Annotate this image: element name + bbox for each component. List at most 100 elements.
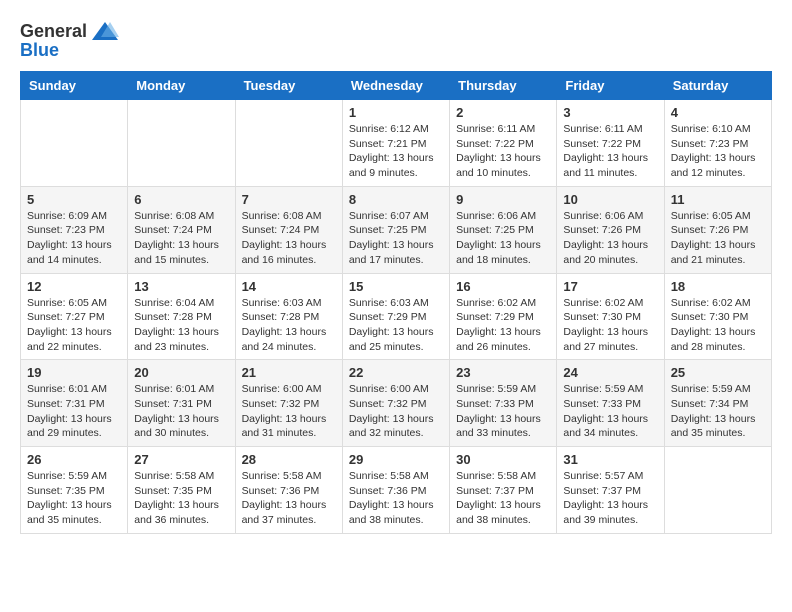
- day-number: 1: [349, 105, 443, 120]
- logo-general: General: [20, 21, 87, 42]
- day-info: Sunrise: 5:59 AMSunset: 7:34 PMDaylight:…: [671, 382, 765, 441]
- day-info: Sunrise: 5:58 AMSunset: 7:36 PMDaylight:…: [242, 469, 336, 528]
- day-number: 25: [671, 365, 765, 380]
- day-info: Sunrise: 6:04 AMSunset: 7:28 PMDaylight:…: [134, 296, 228, 355]
- calendar-cell: 12Sunrise: 6:05 AMSunset: 7:27 PMDayligh…: [21, 273, 128, 360]
- calendar-cell: 6 Sunrise: 6:08 AMSunset: 7:24 PMDaylight…: [128, 186, 235, 273]
- day-number: 2: [456, 105, 550, 120]
- day-number: 14: [242, 279, 336, 294]
- weekday-header-sunday: Sunday: [21, 72, 128, 100]
- calendar-cell: 23 Sunrise: 5:59 AMSunset: 7:33 PMDayligh…: [450, 360, 557, 447]
- day-info: Sunrise: 5:58 AMSunset: 7:37 PMDaylight:…: [456, 469, 550, 528]
- day-number: 21: [242, 365, 336, 380]
- day-number: 17: [563, 279, 657, 294]
- calendar-cell: 31 Sunrise: 5:57 AMSunset: 7:37 PMDayligh…: [557, 447, 664, 534]
- day-info: Sunrise: 5:57 AMSunset: 7:37 PMDaylight:…: [563, 469, 657, 528]
- day-info: Sunrise: 6:00 AMSunset: 7:32 PMDaylight:…: [242, 382, 336, 441]
- day-info: Sunrise: 5:59 AMSunset: 7:33 PMDaylight:…: [563, 382, 657, 441]
- calendar-cell: [235, 100, 342, 187]
- day-number: 28: [242, 452, 336, 467]
- weekday-header-tuesday: Tuesday: [235, 72, 342, 100]
- calendar-cell: 11 Sunrise: 6:05 AMSunset: 7:26 PMDayligh…: [664, 186, 771, 273]
- day-number: 8: [349, 192, 443, 207]
- calendar-week-row: 1Sunrise: 6:12 AMSunset: 7:21 PMDaylight…: [21, 100, 772, 187]
- weekday-header-saturday: Saturday: [664, 72, 771, 100]
- logo-blue: Blue: [20, 40, 59, 61]
- day-number: 15: [349, 279, 443, 294]
- calendar-cell: [664, 447, 771, 534]
- day-info: Sunrise: 6:01 AMSunset: 7:31 PMDaylight:…: [134, 382, 228, 441]
- day-number: 23: [456, 365, 550, 380]
- day-number: 29: [349, 452, 443, 467]
- day-info: Sunrise: 5:59 AMSunset: 7:33 PMDaylight:…: [456, 382, 550, 441]
- day-info: Sunrise: 6:06 AMSunset: 7:25 PMDaylight:…: [456, 209, 550, 268]
- logo-container: General Blue: [20, 20, 120, 61]
- day-info: Sunrise: 6:01 AMSunset: 7:31 PMDaylight:…: [27, 382, 121, 441]
- day-info: Sunrise: 6:05 AMSunset: 7:26 PMDaylight:…: [671, 209, 765, 268]
- calendar-cell: 28 Sunrise: 5:58 AMSunset: 7:36 PMDayligh…: [235, 447, 342, 534]
- calendar-cell: 1Sunrise: 6:12 AMSunset: 7:21 PMDaylight…: [342, 100, 449, 187]
- day-number: 5: [27, 192, 121, 207]
- calendar-table: SundayMondayTuesdayWednesdayThursdayFrid…: [20, 71, 772, 534]
- calendar-week-row: 5 Sunrise: 6:09 AMSunset: 7:23 PMDaylight…: [21, 186, 772, 273]
- day-info: Sunrise: 6:03 AMSunset: 7:28 PMDaylight:…: [242, 296, 336, 355]
- day-info: Sunrise: 6:03 AMSunset: 7:29 PMDaylight:…: [349, 296, 443, 355]
- day-info: Sunrise: 6:11 AMSunset: 7:22 PMDaylight:…: [456, 122, 550, 181]
- day-number: 6: [134, 192, 228, 207]
- calendar-cell: 13 Sunrise: 6:04 AMSunset: 7:28 PMDayligh…: [128, 273, 235, 360]
- day-info: Sunrise: 5:59 AMSunset: 7:35 PMDaylight:…: [27, 469, 121, 528]
- day-number: 16: [456, 279, 550, 294]
- logo: General Blue: [20, 20, 120, 61]
- day-info: Sunrise: 5:58 AMSunset: 7:35 PMDaylight:…: [134, 469, 228, 528]
- calendar-cell: 21 Sunrise: 6:00 AMSunset: 7:32 PMDayligh…: [235, 360, 342, 447]
- calendar-cell: 19 Sunrise: 6:01 AMSunset: 7:31 PMDayligh…: [21, 360, 128, 447]
- day-info: Sunrise: 6:11 AMSunset: 7:22 PMDaylight:…: [563, 122, 657, 181]
- day-info: Sunrise: 6:05 AMSunset: 7:27 PMDaylight:…: [27, 296, 121, 355]
- day-info: Sunrise: 6:07 AMSunset: 7:25 PMDaylight:…: [349, 209, 443, 268]
- day-number: 19: [27, 365, 121, 380]
- day-info: Sunrise: 6:00 AMSunset: 7:32 PMDaylight:…: [349, 382, 443, 441]
- calendar-cell: 5 Sunrise: 6:09 AMSunset: 7:23 PMDaylight…: [21, 186, 128, 273]
- calendar-cell: 2 Sunrise: 6:11 AMSunset: 7:22 PMDaylight…: [450, 100, 557, 187]
- day-number: 13: [134, 279, 228, 294]
- calendar-cell: 26Sunrise: 5:59 AMSunset: 7:35 PMDayligh…: [21, 447, 128, 534]
- calendar-week-row: 12Sunrise: 6:05 AMSunset: 7:27 PMDayligh…: [21, 273, 772, 360]
- day-info: Sunrise: 5:58 AMSunset: 7:36 PMDaylight:…: [349, 469, 443, 528]
- calendar-cell: 7 Sunrise: 6:08 AMSunset: 7:24 PMDaylight…: [235, 186, 342, 273]
- calendar-cell: 18 Sunrise: 6:02 AMSunset: 7:30 PMDayligh…: [664, 273, 771, 360]
- calendar-cell: [128, 100, 235, 187]
- day-number: 9: [456, 192, 550, 207]
- day-number: 18: [671, 279, 765, 294]
- day-number: 10: [563, 192, 657, 207]
- calendar-cell: 25 Sunrise: 5:59 AMSunset: 7:34 PMDayligh…: [664, 360, 771, 447]
- day-info: Sunrise: 6:09 AMSunset: 7:23 PMDaylight:…: [27, 209, 121, 268]
- calendar-cell: 15 Sunrise: 6:03 AMSunset: 7:29 PMDayligh…: [342, 273, 449, 360]
- day-number: 11: [671, 192, 765, 207]
- day-info: Sunrise: 6:02 AMSunset: 7:29 PMDaylight:…: [456, 296, 550, 355]
- calendar-cell: 29 Sunrise: 5:58 AMSunset: 7:36 PMDayligh…: [342, 447, 449, 534]
- calendar-cell: 9 Sunrise: 6:06 AMSunset: 7:25 PMDaylight…: [450, 186, 557, 273]
- day-number: 22: [349, 365, 443, 380]
- day-number: 7: [242, 192, 336, 207]
- weekday-header-thursday: Thursday: [450, 72, 557, 100]
- day-number: 31: [563, 452, 657, 467]
- calendar-cell: 14 Sunrise: 6:03 AMSunset: 7:28 PMDayligh…: [235, 273, 342, 360]
- day-info: Sunrise: 6:02 AMSunset: 7:30 PMDaylight:…: [563, 296, 657, 355]
- day-info: Sunrise: 6:02 AMSunset: 7:30 PMDaylight:…: [671, 296, 765, 355]
- weekday-header-wednesday: Wednesday: [342, 72, 449, 100]
- calendar-cell: 4Sunrise: 6:10 AMSunset: 7:23 PMDaylight…: [664, 100, 771, 187]
- calendar-cell: 16 Sunrise: 6:02 AMSunset: 7:29 PMDayligh…: [450, 273, 557, 360]
- day-info: Sunrise: 6:08 AMSunset: 7:24 PMDaylight:…: [134, 209, 228, 268]
- page-header: General Blue: [20, 20, 772, 61]
- calendar-week-row: 19 Sunrise: 6:01 AMSunset: 7:31 PMDayligh…: [21, 360, 772, 447]
- calendar-week-row: 26Sunrise: 5:59 AMSunset: 7:35 PMDayligh…: [21, 447, 772, 534]
- day-info: Sunrise: 6:10 AMSunset: 7:23 PMDaylight:…: [671, 122, 765, 181]
- calendar-cell: [21, 100, 128, 187]
- calendar-cell: 10 Sunrise: 6:06 AMSunset: 7:26 PMDayligh…: [557, 186, 664, 273]
- weekday-header-monday: Monday: [128, 72, 235, 100]
- calendar-cell: 8 Sunrise: 6:07 AMSunset: 7:25 PMDaylight…: [342, 186, 449, 273]
- day-info: Sunrise: 6:06 AMSunset: 7:26 PMDaylight:…: [563, 209, 657, 268]
- day-info: Sunrise: 6:08 AMSunset: 7:24 PMDaylight:…: [242, 209, 336, 268]
- day-number: 20: [134, 365, 228, 380]
- calendar-cell: 3Sunrise: 6:11 AMSunset: 7:22 PMDaylight…: [557, 100, 664, 187]
